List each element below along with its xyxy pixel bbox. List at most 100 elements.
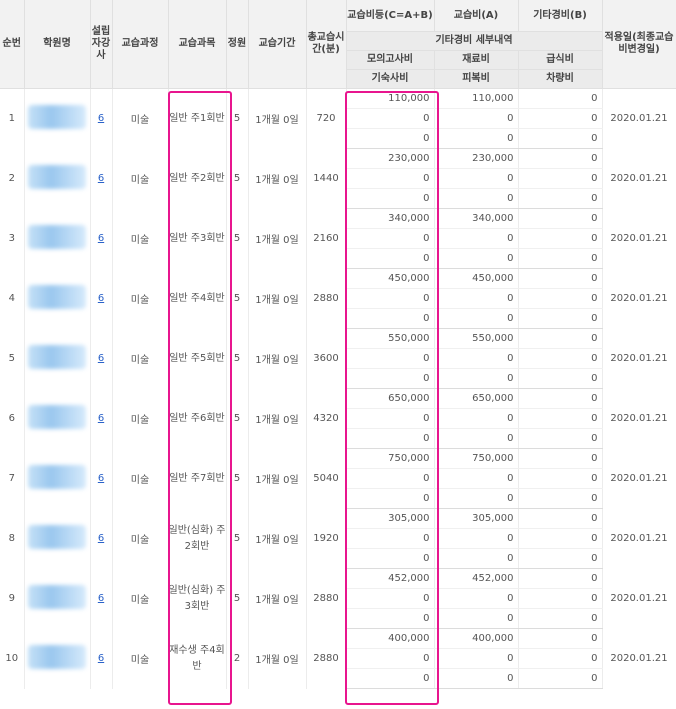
applied-date-cell: 2020.01.21	[602, 508, 676, 569]
detail-b-value: 0	[518, 448, 603, 469]
subject-cell: 일반 주3회반	[168, 208, 227, 269]
founder-cell: 6	[90, 448, 113, 509]
founder-cell: 6	[90, 388, 113, 449]
founder-count-link[interactable]: 6	[98, 353, 104, 364]
detail-b-value: 0	[518, 488, 603, 509]
hours-cell: 2160	[306, 208, 347, 269]
header-applied-date: 적용일(최종교습비변경일)	[602, 0, 676, 89]
course-cell: 미술	[112, 328, 169, 389]
header-founder: 설립자강사	[90, 0, 113, 89]
detail-b-value: 0	[518, 208, 603, 229]
fee-value: 0	[346, 348, 435, 369]
capacity-cell: 5	[226, 88, 249, 149]
fee-value: 650,000	[346, 388, 435, 409]
applied-date-cell: 2020.01.21	[602, 268, 676, 329]
period-cell: 1개월 0일	[248, 448, 307, 509]
header-tuition: 교습비(A)	[434, 0, 519, 32]
detail-a-value: 0	[434, 668, 519, 689]
founder-count-link[interactable]: 6	[98, 593, 104, 604]
capacity-cell: 5	[226, 208, 249, 269]
blurred-academy-name	[28, 525, 86, 549]
applied-date-cell: 2020.01.21	[602, 568, 676, 629]
period-cell: 1개월 0일	[248, 208, 307, 269]
blurred-academy-name	[28, 405, 86, 429]
fee-value: 0	[346, 428, 435, 449]
course-cell: 미술	[112, 88, 169, 149]
detail-b-value: 0	[518, 228, 603, 249]
founder-cell: 6	[90, 508, 113, 569]
detail-a-value: 0	[434, 548, 519, 569]
founder-count-link[interactable]: 6	[98, 233, 104, 244]
period-cell: 1개월 0일	[248, 148, 307, 209]
course-cell: 미술	[112, 208, 169, 269]
header-no: 순번	[0, 0, 25, 89]
fee-value: 550,000	[346, 328, 435, 349]
row-number: 2	[0, 148, 25, 209]
detail-a-value: 0	[434, 228, 519, 249]
detail-b-value: 0	[518, 188, 603, 209]
detail-a-value: 110,000	[434, 88, 519, 109]
fee-value: 0	[346, 548, 435, 569]
period-cell: 1개월 0일	[248, 388, 307, 449]
header-capacity: 정원	[226, 0, 249, 89]
period-cell: 1개월 0일	[248, 88, 307, 149]
table-row: 7 6 미술 일반 주7회반 5 1개월 0일 5040 750,000 750,000 0 202…	[0, 448, 676, 509]
founder-count-link[interactable]: 6	[98, 293, 104, 304]
fee-value: 0	[346, 288, 435, 309]
blurred-academy-name	[28, 225, 86, 249]
period-cell: 1개월 0일	[248, 328, 307, 389]
row-number: 4	[0, 268, 25, 329]
academy-name-cell	[24, 568, 91, 629]
founder-count-link[interactable]: 6	[98, 533, 104, 544]
applied-date-cell: 2020.01.21	[602, 448, 676, 509]
detail-b-value: 0	[518, 388, 603, 409]
header-academy: 학원명	[24, 0, 91, 89]
academy-name-cell	[24, 388, 91, 449]
fee-value: 0	[346, 488, 435, 509]
course-cell: 미술	[112, 628, 169, 689]
fee-value: 0	[346, 248, 435, 269]
table-row: 10 6 미술 재수생 주4회반 2 1개월 0일 2880 400,000 400,000 0 2…	[0, 628, 676, 689]
blurred-academy-name	[28, 645, 86, 669]
table-row: 2 6 미술 일반 주2회반 5 1개월 0일 1440 230,000 230,000 0 202…	[0, 148, 676, 209]
capacity-cell: 5	[226, 448, 249, 509]
detail-b-value: 0	[518, 408, 603, 429]
detail-b-value: 0	[518, 568, 603, 589]
detail-b-value: 0	[518, 668, 603, 689]
fee-value: 0	[346, 608, 435, 629]
founder-count-link[interactable]: 6	[98, 173, 104, 184]
subject-cell: 일반 주5회반	[168, 328, 227, 389]
fee-value: 750,000	[346, 448, 435, 469]
founder-count-link[interactable]: 6	[98, 413, 104, 424]
detail-b-value: 0	[518, 268, 603, 289]
founder-cell: 6	[90, 328, 113, 389]
row-number: 1	[0, 88, 25, 149]
detail-b-value: 0	[518, 148, 603, 169]
fee-value: 0	[346, 168, 435, 189]
fee-value: 0	[346, 588, 435, 609]
founder-count-link[interactable]: 6	[98, 653, 104, 664]
table-row: 8 6 미술 일반(심화) 주2회반 5 1개월 0일 1920 305,000 305,000…	[0, 508, 676, 569]
fee-value: 0	[346, 648, 435, 669]
table-row: 4 6 미술 일반 주4회반 5 1개월 0일 2880 450,000 450,000 0 202…	[0, 268, 676, 329]
course-cell: 미술	[112, 508, 169, 569]
founder-cell: 6	[90, 88, 113, 149]
fee-value: 450,000	[346, 268, 435, 289]
founder-cell: 6	[90, 148, 113, 209]
blurred-academy-name	[28, 105, 86, 130]
detail-a-value: 452,000	[434, 568, 519, 589]
detail-a-value: 0	[434, 428, 519, 449]
founder-count-link[interactable]: 6	[98, 473, 104, 484]
founder-count-link[interactable]: 6	[98, 113, 104, 124]
period-cell: 1개월 0일	[248, 268, 307, 329]
hours-cell: 1920	[306, 508, 347, 569]
course-cell: 미술	[112, 388, 169, 449]
detail-b-value: 0	[518, 628, 603, 649]
capacity-cell: 5	[226, 568, 249, 629]
row-number: 10	[0, 628, 25, 689]
detail-b-value: 0	[518, 108, 603, 129]
header-subject: 교습과목	[168, 0, 227, 89]
table-row: 6 6 미술 일반 주6회반 5 1개월 0일 4320 650,000 650,000 0 202…	[0, 388, 676, 449]
capacity-cell: 5	[226, 148, 249, 209]
blurred-academy-name	[28, 585, 86, 609]
